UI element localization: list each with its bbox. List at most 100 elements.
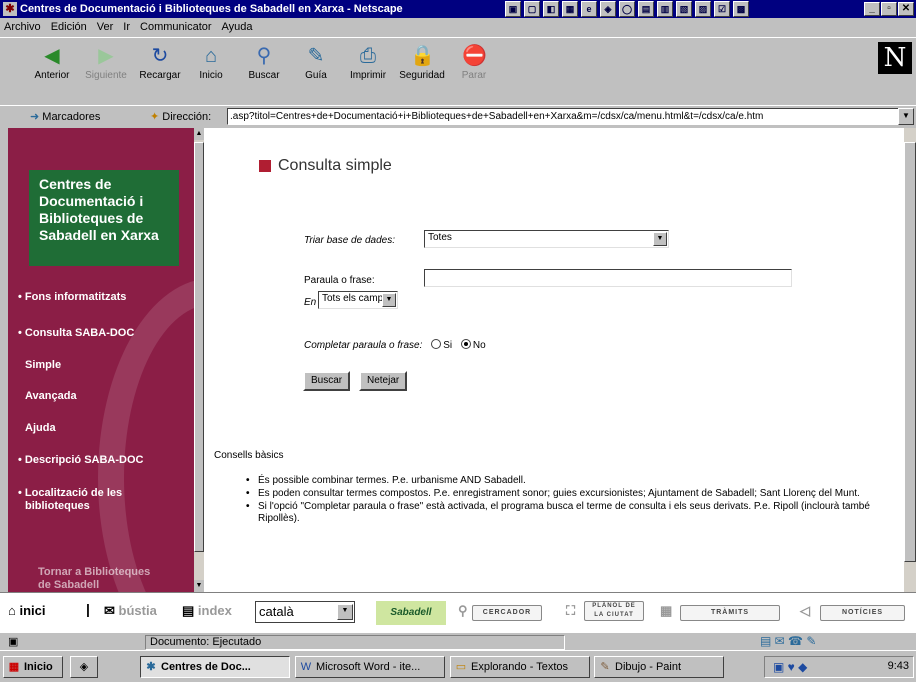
task-netscape[interactable]: ✱ Centres de Doc... xyxy=(140,656,290,678)
complete-no-radio[interactable] xyxy=(460,339,471,349)
quicklaunch-icon[interactable]: e xyxy=(581,1,597,17)
url-dropdown-button[interactable]: ▼ xyxy=(898,108,914,125)
sidebar-item-simple[interactable]: Simple xyxy=(25,359,61,371)
reload-button[interactable]: ↻ Recargar xyxy=(132,38,188,88)
bookmarks-button[interactable]: ➜ Marcadores xyxy=(30,110,100,123)
minimize-button[interactable]: _ xyxy=(864,2,880,16)
back-button[interactable]: ◀ Anterior xyxy=(24,38,80,88)
menu-ayuda[interactable]: Ayuda xyxy=(222,18,253,36)
stop-icon: ⛔ xyxy=(462,45,487,67)
chevron-down-icon: ▼ xyxy=(337,604,353,620)
sidebar-item-localitzacio[interactable]: • Localització de les xyxy=(18,487,122,499)
menu-archivo[interactable]: Archivo xyxy=(4,18,41,36)
envelope-icon: ✉ xyxy=(104,603,115,618)
quicklaunch-icon[interactable]: ☑ xyxy=(714,1,730,17)
language-select[interactable]: català ▼ xyxy=(255,601,355,623)
sidebar-item-fons[interactable]: • Fons informatitzats xyxy=(18,291,126,303)
netscape-logo[interactable]: N xyxy=(878,42,912,74)
cercador-button[interactable]: CERCADOR xyxy=(472,605,542,621)
guide-icon: ✎ xyxy=(307,45,325,67)
field-select[interactable]: Tots els camps ▼ xyxy=(318,291,398,309)
print-icon: ⎙ xyxy=(360,45,376,67)
task-word[interactable]: W Microsoft Word - ite... xyxy=(295,656,445,678)
quicklaunch-icon[interactable]: ▧ xyxy=(676,1,692,17)
quicklaunch-icon[interactable]: ◯ xyxy=(619,1,635,17)
quicklaunch-icon[interactable]: ▣ xyxy=(505,1,521,17)
forward-button[interactable]: ▶ Siguiente xyxy=(78,38,134,88)
megaphone-icon: ◁ xyxy=(800,603,810,618)
scroll-up-icon[interactable]: ▲ xyxy=(194,128,204,140)
maximize-button[interactable]: ▫ xyxy=(881,2,897,16)
close-button[interactable]: ✕ xyxy=(898,2,914,16)
search-submit-button[interactable]: Buscar xyxy=(303,371,351,391)
quicklaunch-icon[interactable]: ▨ xyxy=(695,1,711,17)
main-scroll-thumb[interactable] xyxy=(904,142,916,562)
database-select[interactable]: Totes ▼ xyxy=(424,230,669,248)
task-paint[interactable]: ✎ Dibujo - Paint xyxy=(594,656,724,678)
netscape-app-icon: ✱ xyxy=(3,2,17,16)
planol-button[interactable]: PLÀNOL DE LA CIUTAT xyxy=(584,601,644,621)
quicklaunch-desktop[interactable]: ◈ xyxy=(70,656,98,678)
noticies-button[interactable]: NOTÍCIES xyxy=(820,605,905,621)
home-link[interactable]: ⌂ inici xyxy=(8,603,46,618)
sabadell-logo[interactable]: Sabadell xyxy=(376,601,446,625)
guide-button[interactable]: ✎ Guía xyxy=(288,38,344,88)
document-icon: ▦ xyxy=(660,603,673,618)
menu-ver[interactable]: Ver xyxy=(97,18,114,36)
search-icon: ⚲ xyxy=(256,45,272,67)
quicklaunch-icon[interactable]: ◧ xyxy=(543,1,559,17)
sidebar-scroll-thumb[interactable] xyxy=(194,142,204,552)
sidebar-item-biblioteques[interactable]: biblioteques xyxy=(25,500,90,512)
home-icon: ⌂ xyxy=(204,45,218,67)
menu-communicator[interactable]: Communicator xyxy=(140,18,212,36)
system-tray: ▣ ♥ ◆ 9:43 xyxy=(764,656,914,678)
tramits-button[interactable]: TRÀMITS xyxy=(680,605,780,621)
page-title: Consulta simple xyxy=(278,157,392,174)
sidebar-item-ajuda[interactable]: Ajuda xyxy=(25,422,56,434)
security-button[interactable]: 🔒 Seguridad xyxy=(394,38,450,88)
tray-icons[interactable]: ▣ ♥ ◆ xyxy=(773,660,807,674)
clock: 9:43 xyxy=(887,660,909,672)
netscape-icon: ✱ xyxy=(146,661,156,673)
task-explorer[interactable]: ▭ Explorando - Textos xyxy=(450,656,590,678)
quicklaunch-icon[interactable]: ◈ xyxy=(600,1,616,17)
sidebar-item-tornar[interactable]: Tornar a Biblioteques xyxy=(38,566,150,578)
print-button[interactable]: ⎙ Imprimir xyxy=(340,38,396,88)
bookmark-icon: ➜ xyxy=(30,111,40,123)
complete-yes-label: Si xyxy=(443,340,453,351)
url-field[interactable]: .asp?titol=Centres+de+Documentació+i+Bib… xyxy=(227,108,899,125)
sidebar-item-avancada[interactable]: Avançada xyxy=(25,390,77,402)
clear-button[interactable]: Netejar xyxy=(359,371,408,391)
sidebar-item-descripcio[interactable]: • Descripció SABA-DOC xyxy=(18,454,144,466)
menu-edicion[interactable]: Edición xyxy=(51,18,87,36)
mailbox-link[interactable]: ✉ bústia xyxy=(104,603,157,619)
quicklaunch-icon[interactable]: ▥ xyxy=(657,1,673,17)
portal-navbar: ⌂ inici | ✉ bústia ▤ index català ▼ Saba… xyxy=(0,592,916,632)
start-button[interactable]: ▦ Inicio xyxy=(3,656,63,678)
complete-yes-radio[interactable] xyxy=(431,339,442,349)
search-button[interactable]: ⚲ Buscar xyxy=(236,38,292,88)
main-scrollbar[interactable] xyxy=(904,128,916,592)
sidebar-item-consulta[interactable]: • Consulta SABA-DOC xyxy=(18,327,134,339)
quicklaunch-icon[interactable]: ▢ xyxy=(524,1,540,17)
query-label: Paraula o frase: xyxy=(304,275,375,286)
magnifier-icon: ⚲ xyxy=(458,603,468,618)
location-bar: ➜ Marcadores ✦ Dirección: .asp?titol=Cen… xyxy=(0,105,916,127)
stop-button[interactable]: ⛔ Parar xyxy=(446,38,502,88)
chevron-down-icon: ▼ xyxy=(653,232,667,246)
main-frame: Consulta simple Triar base de dades: Tot… xyxy=(204,128,904,592)
connection-icon: ▣ xyxy=(8,636,19,648)
component-bar-icons[interactable]: ▤ ✉ ☎ ✎ xyxy=(760,634,816,648)
sidebar-item-sabadell[interactable]: de Sabadell xyxy=(38,579,99,591)
quicklaunch-icon[interactable]: ▦ xyxy=(562,1,578,17)
query-input[interactable] xyxy=(424,269,792,287)
index-link[interactable]: ▤ index xyxy=(182,603,232,619)
separator: | xyxy=(86,601,90,617)
sidebar-scrollbar[interactable]: ▲ ▼ xyxy=(194,128,204,592)
quicklaunch-icon[interactable]: ▤ xyxy=(638,1,654,17)
scroll-down-icon[interactable]: ▼ xyxy=(194,580,204,592)
quicklaunch-icon[interactable]: ▩ xyxy=(733,1,749,17)
location-icon: ✦ xyxy=(150,111,160,123)
home-button[interactable]: ⌂ Inicio xyxy=(183,38,239,88)
menu-ir[interactable]: Ir xyxy=(123,18,130,36)
